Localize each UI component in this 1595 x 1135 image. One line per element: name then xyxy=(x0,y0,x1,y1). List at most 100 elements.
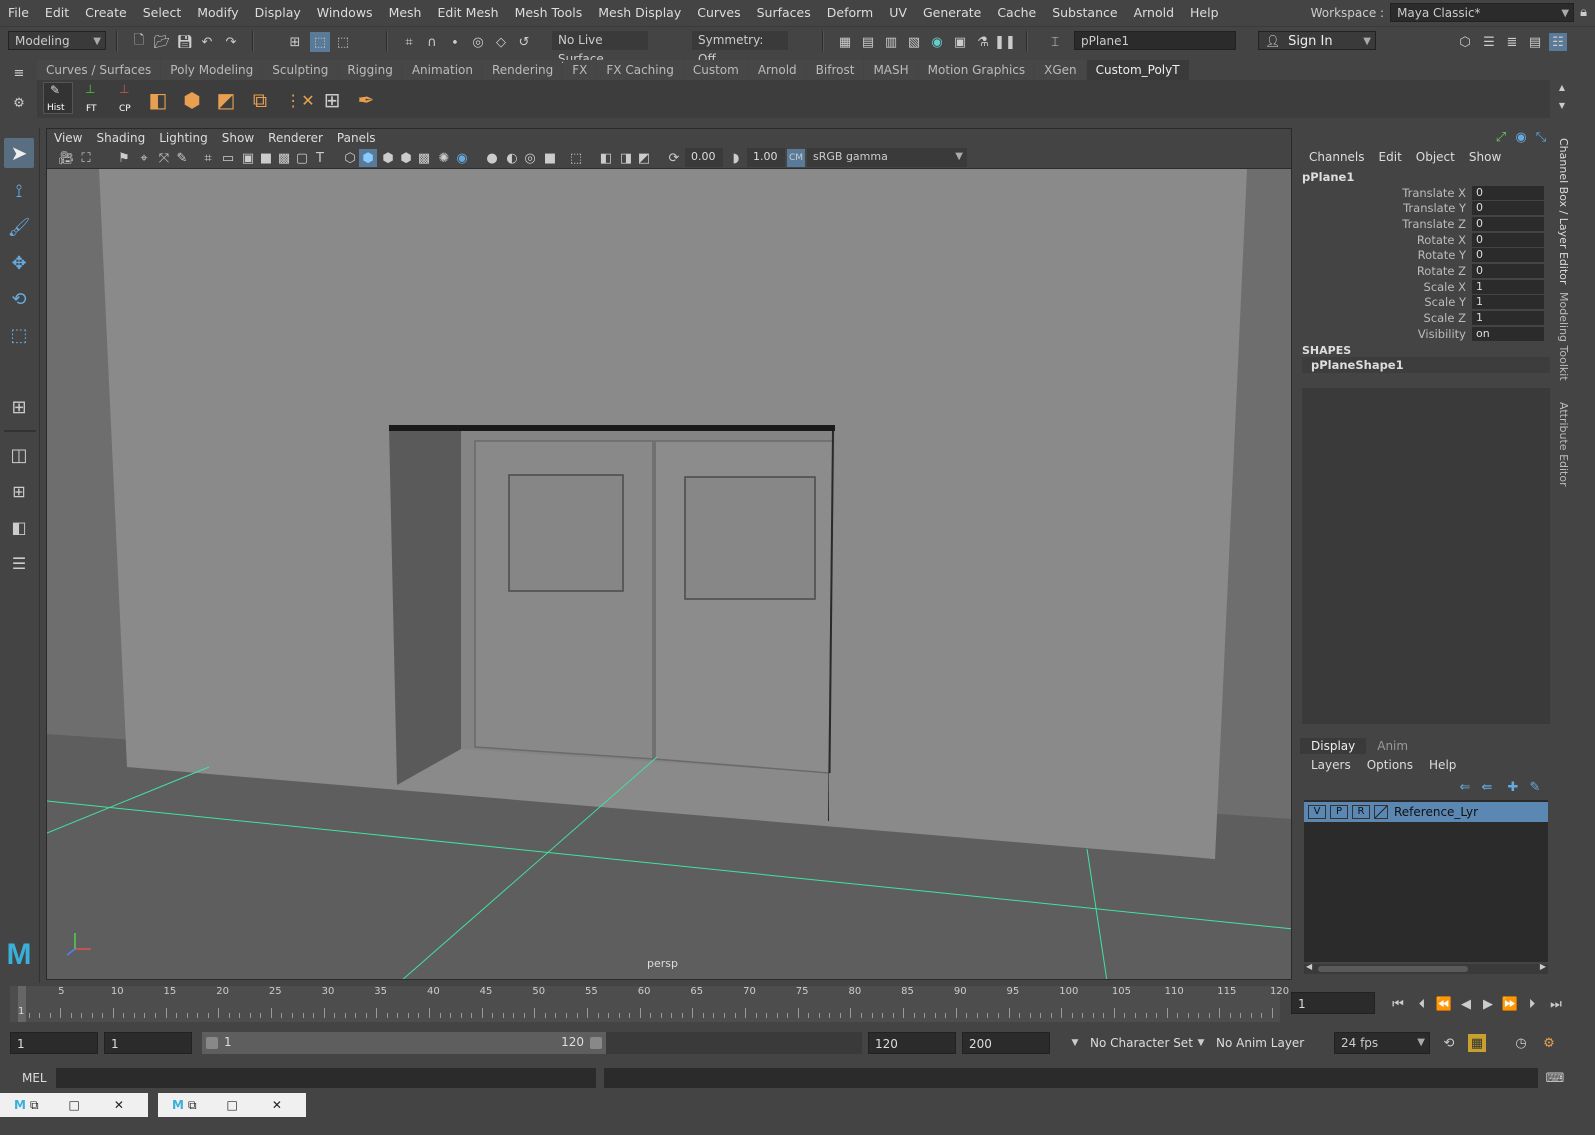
viewport-menu-view[interactable]: View xyxy=(47,131,89,145)
channel-menu-object[interactable]: Object xyxy=(1409,150,1462,164)
snap-point-icon[interactable]: ∙ xyxy=(446,33,464,51)
gamma-field[interactable]: 1.00 xyxy=(747,148,785,167)
attribute-row[interactable]: Translate Z 0 xyxy=(1296,216,1553,231)
playback-end-field[interactable]: 120 xyxy=(868,1032,956,1054)
redo-icon[interactable]: ↷ xyxy=(222,33,240,51)
range-bar[interactable]: 1 120 xyxy=(202,1032,862,1054)
smooth-shade-icon[interactable]: ⬢ xyxy=(359,149,377,167)
snap-view-icon[interactable]: ◎ xyxy=(469,33,487,51)
shelf-button-cp[interactable]: ⊥ CP xyxy=(111,82,141,114)
attribute-row[interactable]: Translate X 0 xyxy=(1296,185,1553,200)
menu-deform[interactable]: Deform xyxy=(819,5,881,20)
tab-display[interactable]: Display xyxy=(1300,738,1367,754)
shelf-scroll-down-icon[interactable]: ▼ xyxy=(1553,96,1571,114)
shelf-tab-fx-caching[interactable]: FX Caching xyxy=(597,60,683,80)
maximize-icon[interactable]: □ xyxy=(227,1098,238,1112)
shelf-tab-animation[interactable]: Animation xyxy=(402,60,482,80)
attribute-row[interactable]: Rotate X 0 xyxy=(1296,232,1553,247)
new-scene-icon[interactable]: 🗋 xyxy=(130,33,148,51)
shelf-tab-custom-polyt[interactable]: Custom_PolyT xyxy=(1086,60,1189,80)
command-input[interactable] xyxy=(56,1068,596,1088)
move-layer-up-icon[interactable]: ⇐ xyxy=(1456,778,1474,796)
scroll-right-icon[interactable]: ▶ xyxy=(1540,962,1546,971)
image-plane-icon[interactable]: ⌖ xyxy=(135,149,153,167)
layer-scrollbar[interactable]: ◀ ▶ xyxy=(1304,962,1548,974)
xray-joints-icon[interactable]: ◨ xyxy=(617,149,635,167)
scroll-left-icon[interactable]: ◀ xyxy=(1306,962,1312,971)
side-tab-attribute-editor[interactable]: Attribute Editor xyxy=(1557,402,1570,487)
attribute-row[interactable]: Visibility on xyxy=(1296,326,1553,341)
split-cube-icon[interactable]: ◧ xyxy=(145,87,171,113)
layer-menu-layers[interactable]: Layers xyxy=(1306,758,1356,772)
symmetry-dropdown[interactable]: Symmetry: Off xyxy=(692,31,788,66)
single-view-layout-icon[interactable]: ◫ xyxy=(4,440,34,470)
current-time-marker[interactable]: 1 xyxy=(18,986,26,1022)
two-view-layout-icon[interactable]: ◧ xyxy=(4,512,34,542)
menu-display[interactable]: Display xyxy=(247,5,309,20)
lasso-tool-icon[interactable]: ⟟ xyxy=(4,176,34,206)
ipr-render-icon[interactable]: ▥ xyxy=(882,33,900,51)
sign-in-button[interactable]: 👤︎ Sign In ▼ xyxy=(1258,31,1376,50)
menu-windows[interactable]: Windows xyxy=(309,5,381,20)
open-scene-icon[interactable]: 📂︎ xyxy=(153,33,171,51)
safe-action-icon[interactable]: ▢ xyxy=(293,149,311,167)
exposure-field[interactable]: 0.00 xyxy=(685,148,723,167)
go-to-start-icon[interactable]: ⏮ xyxy=(1389,995,1407,1013)
modeling-toolkit-icon[interactable]: ⬡ xyxy=(1456,33,1474,51)
attribute-editor-icon[interactable]: ☰ xyxy=(1480,33,1498,51)
menu-mesh[interactable]: Mesh xyxy=(381,5,430,20)
menu-select[interactable]: Select xyxy=(135,5,190,20)
shelf-tab-rigging[interactable]: Rigging xyxy=(338,60,402,80)
menu-substance[interactable]: Substance xyxy=(1044,5,1125,20)
undo-icon[interactable]: ↶ xyxy=(198,33,216,51)
depth-of-field-icon[interactable]: ■ xyxy=(541,149,559,167)
shelf-tab-mash[interactable]: MASH xyxy=(864,60,918,80)
perspective-viewport[interactable]: View Shading Lighting Show Renderer Panels 🎥︎… xyxy=(46,128,1292,980)
restore-icon[interactable]: ⧉ xyxy=(188,1098,197,1113)
move-channel-icon[interactable]: ⤢ xyxy=(1492,128,1510,146)
workspace-dropdown[interactable]: Maya Classic* ▼ xyxy=(1390,3,1575,22)
textured-icon[interactable]: ⬢ xyxy=(397,149,415,167)
attribute-value[interactable]: 1 xyxy=(1472,279,1544,294)
chevron-down-icon[interactable]: ▼ xyxy=(1066,1034,1084,1052)
snap-surface-icon[interactable]: ◇ xyxy=(492,33,510,51)
close-icon[interactable]: ✕ xyxy=(114,1098,124,1112)
resolution-gate-icon[interactable]: ▣ xyxy=(239,149,257,167)
shelf-button-hist[interactable]: ✎ Hist xyxy=(43,82,73,114)
use-all-lights-icon[interactable]: ✺ xyxy=(435,149,453,167)
shelf-tab-bifrost[interactable]: Bifrost xyxy=(806,60,864,80)
attribute-row[interactable]: Translate Y 0 xyxy=(1296,201,1553,216)
layer-menu-help[interactable]: Help xyxy=(1424,758,1461,772)
channel-menu-edit[interactable]: Edit xyxy=(1372,150,1409,164)
anim-layer-label[interactable]: No Anim Layer xyxy=(1216,1036,1304,1050)
arnold-render-icon[interactable]: ▣ xyxy=(951,33,969,51)
xray-active-icon[interactable]: ◩ xyxy=(635,149,653,167)
restore-icon[interactable]: ⧉ xyxy=(30,1098,39,1113)
pen-tool-icon[interactable]: ✒ xyxy=(353,87,379,113)
wireframe-on-shaded-icon[interactable]: ⬢ xyxy=(379,149,397,167)
layer-editor-toggle-icon[interactable]: ☷ xyxy=(1549,33,1567,51)
ambient-occlusion-icon[interactable]: ● xyxy=(483,149,501,167)
layer-row[interactable]: V P R Reference_Lyr xyxy=(1304,802,1548,822)
attribute-value[interactable]: 0 xyxy=(1472,232,1544,247)
snap-edge-icon[interactable]: ↺ xyxy=(515,33,533,51)
hypershade-icon[interactable]: ◉ xyxy=(928,33,946,51)
shelf-tab-arnold[interactable]: Arnold xyxy=(748,60,806,80)
attribute-row[interactable]: Scale X 1 xyxy=(1296,279,1553,294)
layer-playback-toggle[interactable]: P xyxy=(1330,805,1348,819)
attribute-value[interactable]: on xyxy=(1472,326,1544,341)
scroll-thumb[interactable] xyxy=(1318,966,1468,972)
shelf-tab-motion-graphics[interactable]: Motion Graphics xyxy=(918,60,1035,80)
new-layer-selected-icon[interactable]: ✎ xyxy=(1526,778,1544,796)
viewport-scene[interactable]: persp xyxy=(47,169,1291,979)
step-back-icon[interactable]: ⏴ xyxy=(1413,995,1431,1013)
shape-row[interactable]: pPlaneShape1 xyxy=(1302,357,1550,373)
play-forwards-icon[interactable]: ▶ xyxy=(1479,995,1497,1013)
viewport-menu-shading[interactable]: Shading xyxy=(89,131,152,145)
gear-icon[interactable]: ⚙ xyxy=(10,94,28,112)
shelf-tab-poly-modeling[interactable]: Poly Modeling xyxy=(161,60,263,80)
shelf-tab-rendering[interactable]: Rendering xyxy=(483,60,563,80)
shadows-icon[interactable]: ◉ xyxy=(453,149,471,167)
shelf-tab-sculpting[interactable]: Sculpting xyxy=(263,60,338,80)
menu-mesh-tools[interactable]: Mesh Tools xyxy=(507,5,591,20)
